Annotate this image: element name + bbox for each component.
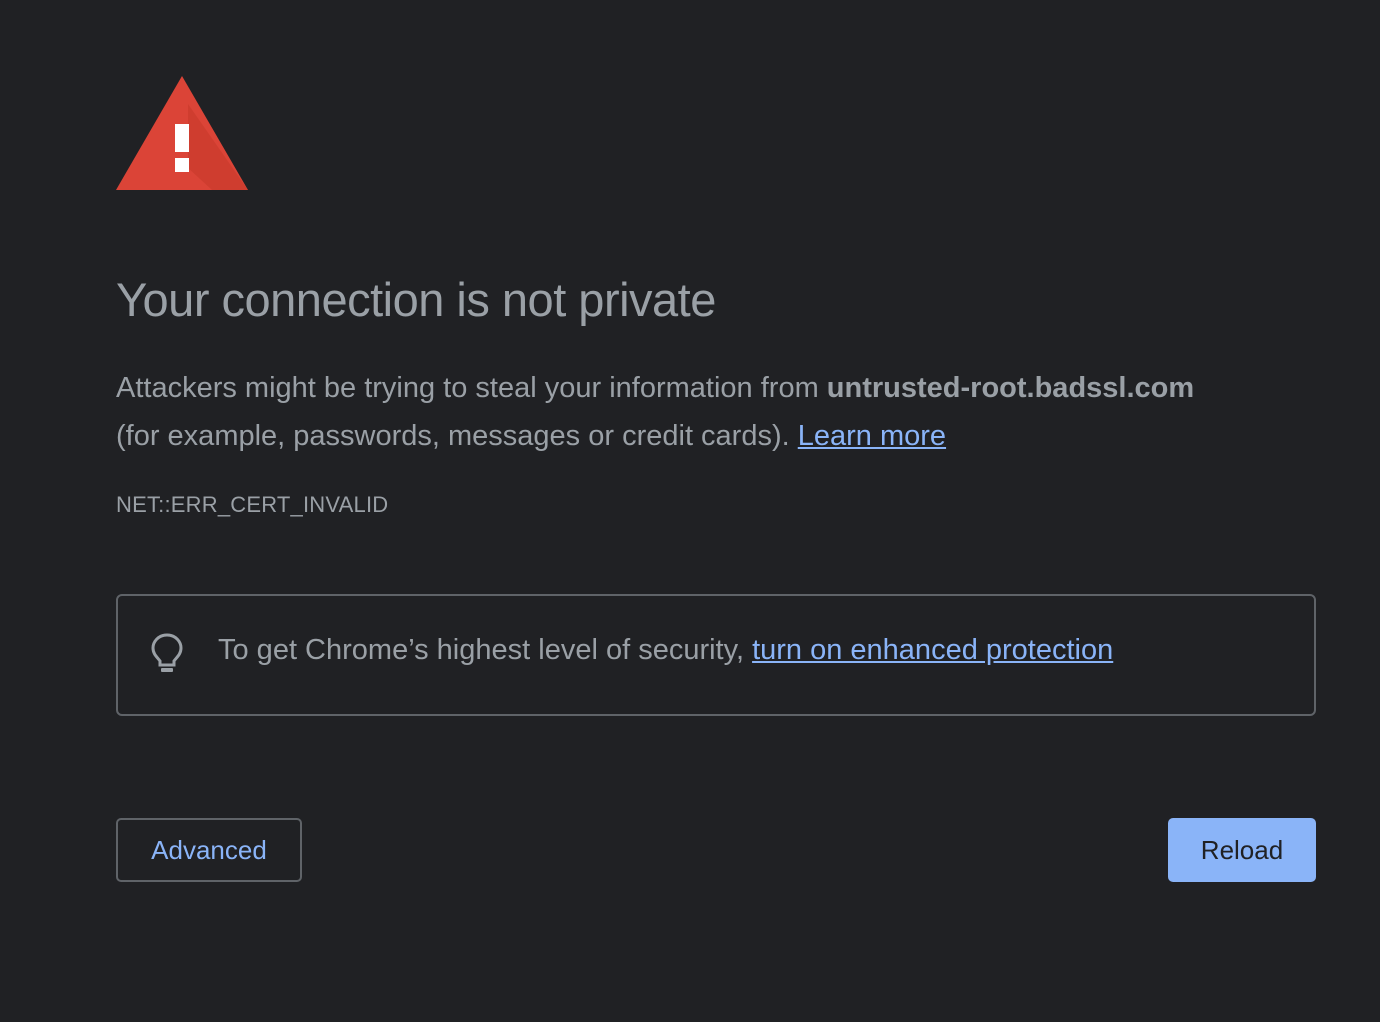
enhanced-protection-promo: To get Chrome’s highest level of securit…	[116, 594, 1316, 716]
warning-triangle-icon	[116, 76, 248, 190]
domain-name: untrusted-root.badssl.com	[826, 372, 1195, 404]
enhanced-protection-text: To get Chrome’s highest level of securit…	[218, 634, 1113, 667]
explanation-text: Attackers might be trying to steal your …	[116, 364, 1316, 460]
advanced-button[interactable]: Advanced	[116, 818, 302, 882]
enhanced-protection-link[interactable]: turn on enhanced protection	[752, 634, 1113, 666]
enhanced-protection-label: To get Chrome’s highest level of securit…	[218, 634, 745, 666]
explanation-suffix: (for example, passwords, messages or cre…	[116, 420, 790, 452]
interstitial-page: Your connection is not private Attackers…	[0, 0, 1380, 1022]
explanation-prefix: Attackers might be trying to steal your …	[116, 372, 827, 404]
error-code: NET::ERR_CERT_INVALID	[116, 492, 389, 517]
page-title: Your connection is not private	[116, 273, 716, 326]
lightbulb-icon	[151, 633, 183, 672]
reload-button[interactable]: Reload	[1168, 818, 1316, 882]
learn-more-link[interactable]: Learn more	[798, 420, 946, 452]
